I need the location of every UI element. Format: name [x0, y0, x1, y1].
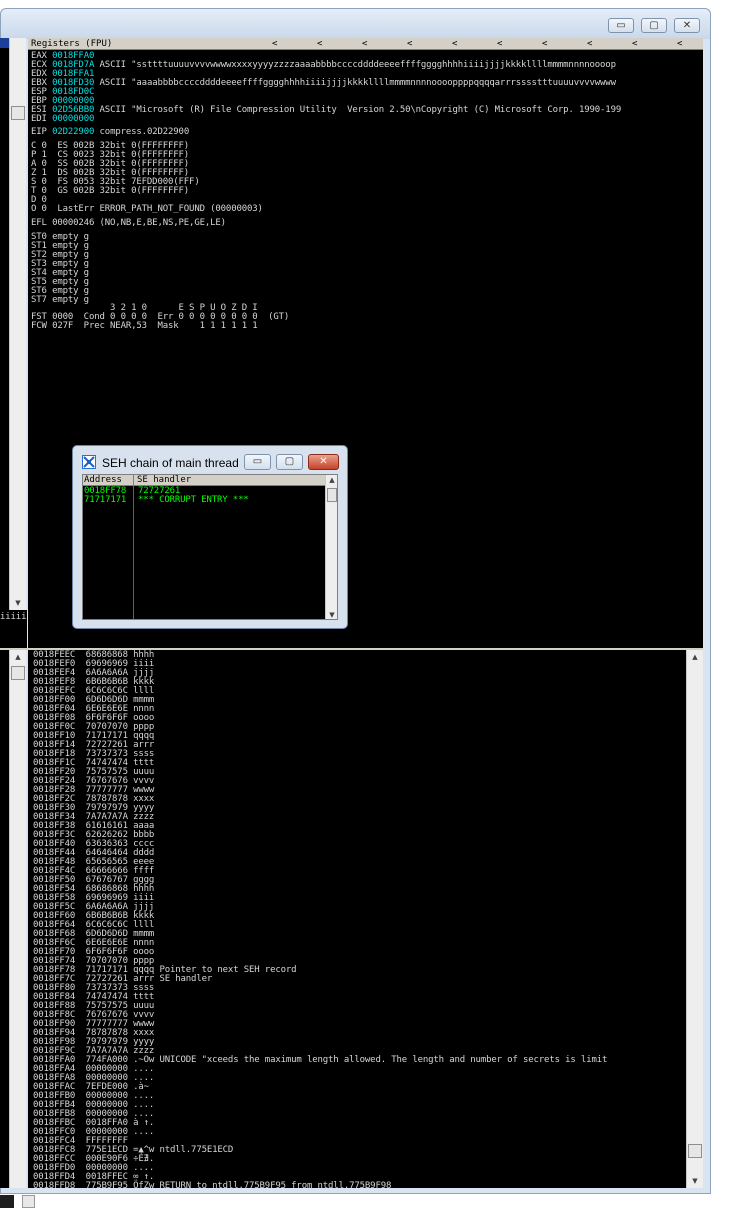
dump-scroll-thumb[interactable] — [11, 666, 25, 680]
nav-arrow-icon[interactable]: < — [317, 39, 322, 49]
stack-pane[interactable]: 0018FEEC 68686868 hhhh 0018FEF0 69696969 … — [28, 650, 686, 1188]
nav-arrow-icon[interactable]: < — [452, 39, 457, 49]
dialog-title: SEH chain of main thread — [102, 456, 239, 470]
dialog-close-button[interactable]: ✕ — [308, 454, 339, 470]
seh-row[interactable]: 71717171 — [84, 496, 126, 505]
dump-scrollbar[interactable]: ▲ — [9, 650, 26, 1188]
window-titlebar: ▭ ▢ ✕ — [1, 9, 710, 39]
flag-line[interactable]: O 0 LastErr ERROR_PATH_NOT_FOUND (000000… — [31, 205, 263, 214]
background — [0, 0, 732, 8]
nav-arrow-icon[interactable]: < — [362, 39, 367, 49]
seh-list-header: Address SE handler — [83, 475, 325, 486]
minimize-button[interactable]: ▭ — [608, 18, 634, 33]
seh-scroll-thumb[interactable] — [327, 488, 337, 502]
minimize-icon: ▭ — [616, 20, 626, 31]
flag-line[interactable]: T 0 GS 002B 32bit 0(FFFFFFFF) — [31, 187, 189, 196]
scroll-down-arrow-icon[interactable]: ▼ — [10, 597, 26, 609]
disassembly-scroll-thumb[interactable] — [11, 106, 25, 120]
column-divider — [133, 486, 134, 619]
status-block — [0, 1195, 14, 1208]
app-icon — [82, 455, 96, 469]
nav-arrow-icon[interactable]: < — [632, 39, 637, 49]
close-icon: ✕ — [319, 456, 328, 467]
registers-title: Registers (FPU) — [31, 39, 113, 49]
maximize-icon: ▢ — [284, 456, 295, 467]
corner-grip[interactable] — [22, 1195, 35, 1208]
nav-arrow-icon[interactable]: < — [587, 39, 592, 49]
stack-scrollbar[interactable]: ▲ ▼ — [686, 650, 703, 1188]
register-line[interactable]: ECX 0018FD7A ASCII "ssttttuuuuvvvvwwwwxx… — [31, 61, 616, 70]
column-header-se-handler[interactable]: SE handler — [137, 475, 191, 485]
nav-arrow-icon[interactable]: < — [542, 39, 547, 49]
dump-fragment: iiiii — [0, 612, 27, 622]
stack-lines: 0018FEEC 68686868 hhhh 0018FEF0 69696969 … — [33, 651, 607, 1189]
scroll-up-arrow-icon[interactable]: ▲ — [326, 475, 337, 485]
dump-pane-edge: iiiii — [0, 610, 27, 648]
register-line[interactable]: EDI 00000000 — [31, 115, 100, 124]
dialog-minimize-button[interactable]: ▭ — [244, 454, 271, 470]
register-line[interactable]: ESI 02D56BB0 ASCII "Microsoft (R) File C… — [31, 106, 621, 115]
maximize-button[interactable]: ▢ — [641, 18, 667, 33]
nav-arrow-icon[interactable]: < — [272, 39, 277, 49]
seh-list[interactable]: Address SE handler 0018FF78 72727261 717… — [82, 474, 338, 620]
nav-arrow-icon[interactable]: < — [407, 39, 412, 49]
seh-row-handler[interactable]: *** CORRUPT ENTRY *** — [138, 496, 249, 505]
nav-arrow-icon[interactable]: < — [497, 39, 502, 49]
maximize-icon: ▢ — [649, 20, 659, 31]
fcw-line[interactable]: FCW 027F Prec NEAR,53 Mask 1 1 1 1 1 1 — [31, 322, 258, 331]
register-line[interactable]: EBX 0018FD30 ASCII "aaaabbbbccccddddeeee… — [31, 79, 616, 88]
close-button[interactable]: ✕ — [674, 18, 700, 33]
efl-line[interactable]: EFL 00000246 (NO,NB,E,BE,NS,PE,GE,LE) — [31, 219, 226, 228]
column-header-address[interactable]: Address — [84, 475, 134, 485]
scroll-down-arrow-icon[interactable]: ▼ — [687, 1175, 703, 1187]
close-icon: ✕ — [682, 20, 692, 31]
nav-arrow-icon[interactable]: < — [677, 39, 682, 49]
scroll-up-arrow-icon[interactable]: ▲ — [10, 651, 26, 663]
registers-header[interactable]: Registers (FPU) < < < < < < < < < < — [28, 38, 703, 50]
disassembly-scrollbar[interactable]: ▼ — [9, 38, 26, 610]
minimize-icon: ▭ — [252, 456, 263, 467]
seh-chain-dialog[interactable]: SEH chain of main thread ▭ ▢ ✕ Address S… — [72, 445, 348, 629]
stack-scroll-thumb[interactable] — [688, 1144, 702, 1158]
bottom-strip — [0, 1194, 732, 1209]
scroll-down-arrow-icon[interactable]: ▼ — [326, 610, 337, 619]
eip-line[interactable]: EIP 02D22900 compress.02D22900 — [31, 128, 189, 137]
scroll-up-arrow-icon[interactable]: ▲ — [687, 651, 703, 663]
stack-line[interactable]: 0018FFD8 775B9F95 ÖƒZw RETURN to ntdll.7… — [33, 1182, 607, 1189]
dialog-maximize-button[interactable]: ▢ — [276, 454, 303, 470]
seh-scrollbar[interactable]: ▲ ▼ — [325, 475, 337, 619]
